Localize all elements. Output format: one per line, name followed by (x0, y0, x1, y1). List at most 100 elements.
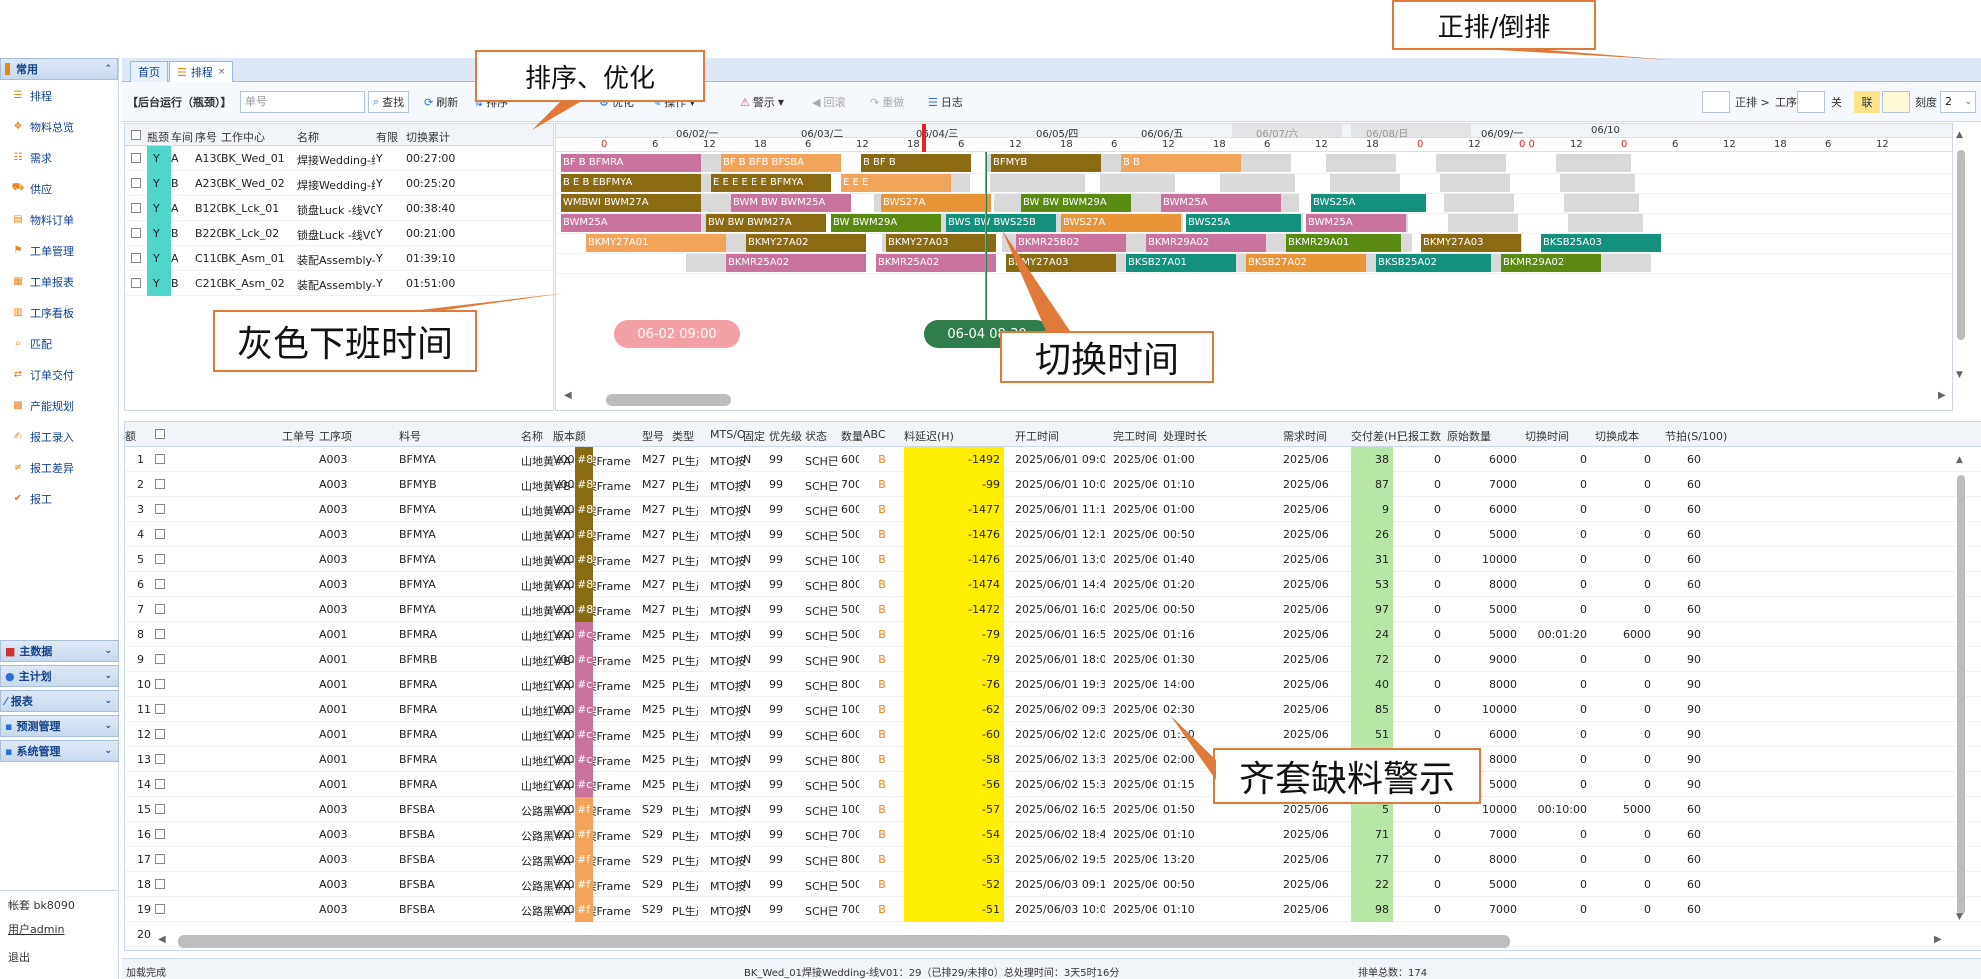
rollback-button[interactable]: ◀ 回滚 (812, 94, 845, 110)
sidebar-item[interactable]: ⇄ 订单交付 (0, 359, 118, 390)
gantt-task-bar[interactable]: BW BW BWM27A (706, 214, 826, 232)
row-checkbox[interactable] (155, 904, 165, 914)
row-checkbox[interactable] (155, 479, 165, 489)
resource-row[interactable]: YBA230BK_Wed_02焊接Wedding-线V02Y00:25:20 (125, 171, 553, 196)
table-row[interactable]: 9A001BFMRB山地红#B-车架FrameV001#cM25PL生产MTO按… (125, 647, 1981, 672)
sidebar-item[interactable]: ▥ 工序看板 (0, 297, 118, 328)
table-row[interactable]: 14A001BFMRA山地红#A-车架FrameV001#cM25PL生产MTO… (125, 772, 1981, 797)
table-row[interactable]: 4A003BFMYA山地黄#A-车架FrameV001#8M27PL生产MTO按… (125, 522, 1981, 547)
gantt-task-bar[interactable]: BWM BW BWM25A (731, 194, 851, 212)
gantt-task-bar[interactable]: E E E (841, 174, 951, 192)
table-row[interactable]: 8A001BFMRA山地红#A-车架FrameV001#cM25PL生产MTO按… (125, 622, 1981, 647)
scroll-right-arrow-icon[interactable]: ▶ (1938, 390, 1946, 401)
sidebar-item[interactable]: ▦ 工单报表 (0, 266, 118, 297)
sidebar-item[interactable]: ▩ 产能规划 (0, 390, 118, 421)
gantt-task-bar[interactable]: BKMR29A02 (1146, 234, 1266, 252)
column-header[interactable]: 有限 (376, 129, 398, 145)
gantt-task-bar[interactable]: BKMY27A03 (886, 234, 996, 252)
column-header[interactable]: 颜 (575, 428, 593, 444)
gantt-task-bar[interactable]: BWM25A (1306, 214, 1406, 232)
gantt-vertical-scrollbar[interactable] (1957, 150, 1965, 340)
table-row[interactable]: 11A001BFMRA山地红#A-车架FrameV001#cM25PL生产MTO… (125, 697, 1981, 722)
column-header[interactable]: 处理时长 (1163, 428, 1275, 444)
column-header[interactable]: 原始数量 (1447, 428, 1521, 444)
gantt-task-bar[interactable]: B BF B (861, 154, 971, 172)
table-row[interactable]: 12A001BFMRA山地红#A-车架FrameV001#cM25PL生产MTO… (125, 722, 1981, 747)
gantt-task-bar[interactable]: BKMR29A01 (1286, 234, 1401, 252)
column-header[interactable]: 开工时间 (1015, 428, 1105, 444)
gantt-task-bar[interactable]: BKSB27A01 (1126, 254, 1236, 272)
column-header[interactable]: 节拍(S/100) (1665, 428, 1727, 444)
column-header[interactable]: 料号 (399, 428, 477, 444)
sidebar-item[interactable]: ✔ 报工 (0, 483, 118, 514)
off-toggle[interactable]: 关 (1831, 94, 1842, 110)
row-checkbox[interactable] (155, 629, 165, 639)
gantt-task-bar[interactable]: BWS27A (1061, 214, 1181, 232)
gantt-task-bar[interactable]: BFMYB (991, 154, 1101, 172)
row-checkbox[interactable] (155, 679, 165, 689)
row-checkbox[interactable] (155, 779, 165, 789)
row-checkbox[interactable] (131, 253, 141, 263)
sidebar-section-common[interactable]: 常用 ⌃ (0, 58, 118, 80)
table-row[interactable]: 17A003BFSBA公路黑#A-车架FrameV001#fS29PL生产MTO… (125, 847, 1981, 872)
row-checkbox[interactable] (155, 729, 165, 739)
column-header[interactable]: 额 (125, 428, 136, 444)
user-link[interactable]: 用户admin (8, 921, 64, 937)
column-header[interactable]: 工作中心 (221, 129, 265, 145)
gantt-task-bar[interactable]: BKMR29A02 (1501, 254, 1601, 272)
sidebar-group-master-data[interactable]: ■ 主数据 ⌄ (0, 640, 119, 662)
scroll-left-arrow-icon[interactable]: ◀ (158, 934, 166, 945)
row-checkbox[interactable] (131, 278, 141, 288)
sidebar-item[interactable]: ▤ 物料订单 (0, 204, 118, 235)
resource-row[interactable]: YBC210BK_Asm_02装配Assembly-线V02Y01:51:00 (125, 271, 553, 296)
row-checkbox[interactable] (155, 829, 165, 839)
forward-input[interactable] (1702, 91, 1730, 113)
logout-link[interactable]: 退出 (8, 949, 30, 965)
collapse-icon[interactable]: ⌃ (104, 64, 112, 74)
column-header[interactable]: ABC (863, 428, 901, 441)
row-checkbox[interactable] (155, 454, 165, 464)
gantt-task-bar[interactable]: BF B BFB BFSBA (721, 154, 841, 172)
gantt-task-bar[interactable]: WMBWI BWM27A (561, 194, 701, 212)
column-header[interactable]: 已报工数 (1397, 428, 1445, 444)
scroll-down-arrow-icon[interactable]: ▼ (1956, 370, 1963, 380)
order-search-input[interactable]: 单号 (240, 91, 365, 113)
find-button[interactable]: ⌕ 查找 (368, 91, 410, 113)
sidebar-item[interactable]: ⌕ 匹配 (0, 328, 118, 359)
table-row[interactable]: 18A003BFSBA公路黑#A-车架FrameV001#fS29PL生产MTO… (125, 872, 1981, 897)
gantt-task-bar[interactable]: BWM25A (1161, 194, 1281, 212)
gantt-task-bar[interactable]: BKMY27A03 (1421, 234, 1521, 252)
process-input[interactable] (1797, 91, 1825, 113)
row-checkbox[interactable] (131, 203, 141, 213)
tab-schedule[interactable]: ☰ 排程 × (169, 61, 234, 82)
gantt-task-bar[interactable]: E E E E E E BFMYA (711, 174, 831, 192)
gantt-task-bar[interactable]: BWS BW BWS25B (946, 214, 1056, 232)
gantt-task-bar[interactable]: BWS25A (1311, 194, 1426, 212)
table-row[interactable]: 5A003BFMYA山地黄#A-车架FrameV001#8M27PL生产MTO按… (125, 547, 1981, 572)
gantt-task-bar[interactable]: BW BWM29A (831, 214, 941, 232)
gantt-chart[interactable]: 06/02/一06/03/二06/04/三06/05/四06/06/五06/07… (555, 123, 1953, 411)
column-header[interactable]: 数量 (841, 428, 863, 444)
row-checkbox[interactable] (131, 153, 141, 163)
sidebar-group-master-plan[interactable]: ● 主计划 ⌄ (0, 665, 119, 687)
table-row[interactable]: 16A003BFSBA公路黑#A-车架FrameV001#fS29PL生产MTO… (125, 822, 1981, 847)
link-input[interactable] (1882, 91, 1910, 113)
sidebar-group-forecast[interactable]: ▪ 预测管理 ⌄ (0, 715, 119, 737)
row-checkbox[interactable] (155, 654, 165, 664)
gantt-task-bar[interactable]: BKSB25A02 (1376, 254, 1491, 272)
sidebar-item[interactable]: ≠ 报工差异 (0, 452, 118, 483)
column-header[interactable]: 切换成本 (1595, 428, 1655, 444)
sidebar-item[interactable]: ✍ 报工录入 (0, 421, 118, 452)
gantt-task-bar[interactable]: B E B EBFMYA (561, 174, 701, 192)
select-all-checkbox[interactable] (131, 130, 141, 140)
scroll-up-arrow-icon[interactable]: ▲ (1956, 130, 1963, 140)
table-row[interactable]: 1A003BFMYA山地黄#A-车架FrameV001#8M27PL生产MTO按… (125, 447, 1981, 472)
column-header[interactable]: 车间 (171, 129, 193, 145)
column-header[interactable]: 状态 (805, 428, 837, 444)
column-header[interactable]: 瓶颈 (147, 129, 169, 145)
row-checkbox[interactable] (155, 704, 165, 714)
row-checkbox[interactable] (155, 604, 165, 614)
log-button[interactable]: ☰ 日志 (928, 94, 963, 110)
forward-toggle[interactable]: 正排 > (1735, 94, 1770, 110)
gantt-task-bar[interactable]: BKMR25B02 (1016, 234, 1126, 252)
